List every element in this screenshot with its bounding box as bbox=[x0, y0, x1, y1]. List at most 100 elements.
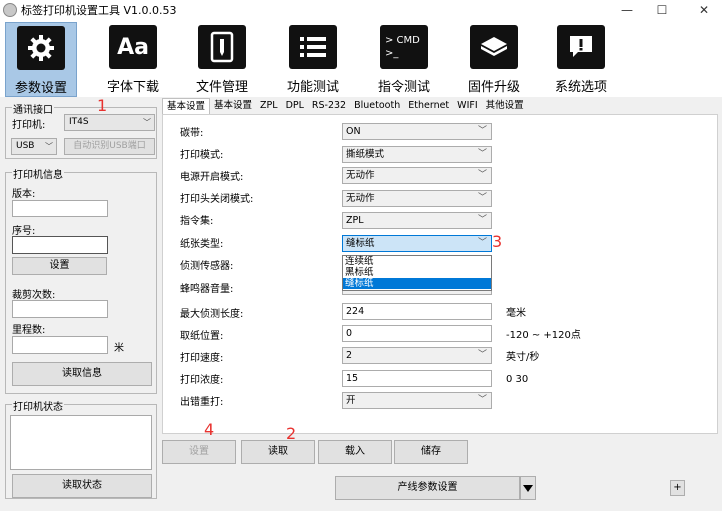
command-set-label: 指令集: bbox=[180, 216, 214, 227]
tool-firmware-upgrade[interactable]: 固件升级 bbox=[458, 22, 530, 97]
power-on-mode-select[interactable]: 无动作 ﹀ bbox=[342, 167, 492, 184]
tab-wifi[interactable]: WIFI bbox=[453, 98, 481, 114]
paper-option-continuous[interactable]: 连续纸 bbox=[343, 256, 491, 267]
print-mode-select[interactable]: 撕纸模式 ﹀ bbox=[342, 146, 492, 163]
tab-basic-settings-2[interactable]: 基本设置 bbox=[210, 98, 256, 114]
tear-position-label: 取纸位置: bbox=[180, 331, 224, 342]
print-density-range: 0 30 bbox=[506, 374, 529, 385]
save-button[interactable]: 储存 bbox=[394, 440, 468, 464]
window-title: 标签打印机设置工具 V1.0.0.53 bbox=[21, 4, 177, 17]
mileage-field[interactable] bbox=[12, 336, 108, 354]
print-density-label: 打印浓度: bbox=[180, 375, 224, 386]
tool-label: 固件升级 bbox=[467, 80, 520, 95]
add-button[interactable]: + bbox=[670, 480, 685, 496]
tab-ethernet[interactable]: Ethernet bbox=[404, 98, 453, 114]
max-detect-field[interactable]: 224 bbox=[342, 303, 492, 320]
tool-label: 字体下载 bbox=[106, 80, 159, 95]
comm-group: 通讯接口 打印机: IT4S ﹀ USB ﹀ 自动识别USB端口 bbox=[5, 101, 157, 159]
command-set-select[interactable]: ZPL ﹀ bbox=[342, 212, 492, 229]
paper-type-label: 纸张类型: bbox=[180, 239, 224, 250]
annotation-4: 4 bbox=[204, 420, 215, 439]
chip-icon bbox=[470, 25, 518, 69]
print-speed-unit: 英寸/秒 bbox=[506, 352, 540, 363]
auto-detect-usb-button[interactable]: 自动识别USB端口 bbox=[64, 138, 155, 155]
mileage-unit: 米 bbox=[114, 343, 124, 354]
serial-label: 序号: bbox=[12, 226, 36, 237]
tool-command-test[interactable]: > CMD >_ 指令测试 bbox=[368, 22, 440, 97]
max-detect-unit: 毫米 bbox=[506, 308, 526, 319]
tab-other-settings[interactable]: 其他设置 bbox=[482, 98, 528, 114]
settings-panel: 碳带: ON ﹀ 打印模式: 撕纸模式 ﹀ 电源开启模式: 无动作 ﹀ 打印头关闭模式… bbox=[162, 114, 718, 434]
annotation-3: 3 bbox=[492, 232, 503, 251]
printer-status-label: 打印机状态 bbox=[12, 398, 64, 413]
set-serial-button[interactable]: 设置 bbox=[12, 257, 107, 275]
tab-bluetooth[interactable]: Bluetooth bbox=[350, 98, 404, 114]
reprint-on-error-label: 出错重打: bbox=[180, 397, 224, 408]
tear-position-field[interactable]: 0 bbox=[342, 325, 492, 342]
maximize-button[interactable]: ☐ bbox=[647, 0, 677, 20]
terminal-icon: > CMD >_ bbox=[380, 25, 428, 69]
version-field[interactable] bbox=[12, 200, 108, 217]
main-toolbar: 参数设置 Aa 字体下载 文件管理 功能测试 > CMD >_ 指令测试 固件升… bbox=[0, 20, 722, 97]
tab-rs232[interactable]: RS-232 bbox=[308, 98, 350, 114]
app-icon bbox=[3, 3, 17, 17]
cut-count-label: 裁剪次数: bbox=[12, 290, 56, 301]
production-params-button[interactable]: 产线参数设置 bbox=[335, 476, 520, 500]
buzzer-label: 蜂鸣器音量: bbox=[180, 284, 234, 295]
sensor-label: 侦测传感器: bbox=[180, 261, 234, 272]
printer-select[interactable]: IT4S ﹀ bbox=[64, 114, 155, 131]
version-label: 版本: bbox=[12, 189, 36, 200]
comm-group-label: 通讯接口 bbox=[12, 101, 54, 116]
tab-basic-settings[interactable]: 基本设置 bbox=[162, 98, 211, 114]
mileage-label: 里程数: bbox=[12, 325, 46, 336]
head-close-mode-label: 打印头关闭模式: bbox=[180, 194, 254, 205]
print-mode-label: 打印模式: bbox=[180, 150, 224, 161]
font-icon: Aa bbox=[109, 25, 157, 69]
cut-count-field[interactable] bbox=[12, 300, 108, 318]
print-speed-label: 打印速度: bbox=[180, 353, 224, 364]
ribbon-label: 碳带: bbox=[180, 128, 204, 139]
print-speed-select[interactable]: 2 ﹀ bbox=[342, 347, 492, 364]
read-status-button[interactable]: 读取状态 bbox=[12, 474, 152, 498]
printer-info-group: 打印机信息 版本: 序号: 设置 裁剪次数: 里程数: 米 读取信息 bbox=[5, 166, 157, 394]
close-button[interactable]: ✕ bbox=[689, 0, 719, 20]
print-density-field[interactable]: 15 bbox=[342, 370, 492, 387]
port-select[interactable]: USB ﹀ bbox=[11, 138, 57, 155]
reprint-on-error-select[interactable]: 开 ﹀ bbox=[342, 392, 492, 409]
tool-function-test[interactable]: 功能测试 bbox=[277, 22, 349, 97]
paper-option-gap[interactable]: 缝标纸 bbox=[343, 278, 491, 289]
tool-label: 文件管理 bbox=[195, 80, 248, 95]
paper-type-dropdown[interactable]: 连续纸 黑标纸 缝标纸 bbox=[342, 255, 492, 291]
tool-param-settings[interactable]: 参数设置 bbox=[5, 22, 77, 97]
tab-zpl[interactable]: ZPL bbox=[256, 98, 282, 114]
tool-file-manage[interactable]: 文件管理 bbox=[186, 22, 258, 97]
tool-font-download[interactable]: Aa 字体下载 bbox=[97, 22, 169, 97]
serial-field[interactable] bbox=[12, 236, 108, 254]
tool-label: 功能测试 bbox=[286, 80, 339, 95]
settings-tabs: 基本设置 基本设置 ZPL DPL RS-232 Bluetooth Ether… bbox=[162, 98, 528, 114]
tool-system-options[interactable]: 系统选项 bbox=[545, 22, 617, 97]
minimize-button[interactable]: — bbox=[612, 0, 642, 20]
ribbon-select[interactable]: ON ﹀ bbox=[342, 123, 492, 140]
paper-option-blackmark[interactable]: 黑标纸 bbox=[343, 267, 491, 278]
head-close-mode-select[interactable]: 无动作 ﹀ bbox=[342, 190, 492, 207]
printer-status-group: 打印机状态 读取状态 bbox=[5, 398, 157, 499]
power-on-mode-label: 电源开启模式: bbox=[180, 172, 244, 183]
left-pane: 通讯接口 打印机: IT4S ﹀ USB ﹀ 自动识别USB端口 打印机信息 版本:… bbox=[0, 97, 160, 511]
read-params-button[interactable]: 读取 bbox=[241, 440, 315, 464]
printer-label: 打印机: bbox=[12, 120, 46, 131]
status-textbox[interactable] bbox=[10, 415, 152, 470]
gear-icon bbox=[17, 26, 65, 70]
tab-dpl[interactable]: DPL bbox=[282, 98, 308, 114]
file-icon bbox=[198, 25, 246, 69]
paper-type-select[interactable]: 缝标纸 ﹀ bbox=[342, 235, 492, 252]
load-button[interactable]: 载入 bbox=[318, 440, 392, 464]
tool-label: 系统选项 bbox=[554, 80, 607, 95]
tool-label: 指令测试 bbox=[377, 80, 430, 95]
tool-label: 参数设置 bbox=[14, 81, 67, 96]
annotation-1: 1 bbox=[97, 96, 108, 115]
set-params-button[interactable]: 设置 bbox=[162, 440, 236, 464]
message-icon bbox=[557, 25, 605, 69]
production-dropdown-arrow[interactable] bbox=[520, 476, 536, 500]
read-info-button[interactable]: 读取信息 bbox=[12, 362, 152, 386]
